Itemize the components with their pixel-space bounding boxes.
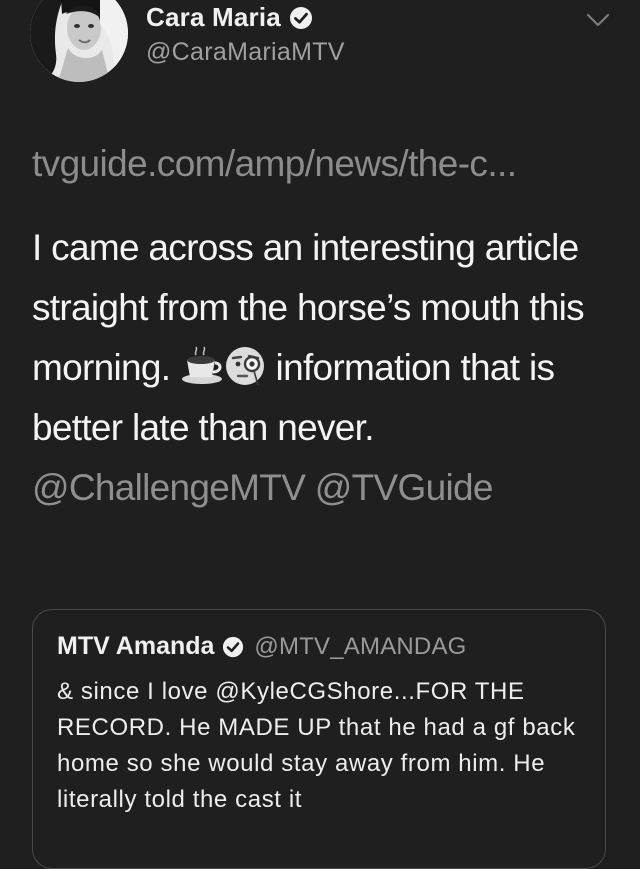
verified-badge-icon (289, 6, 312, 29)
link-preview-url[interactable]: tvguide.com/amp/news/the-c... (32, 143, 517, 185)
verified-badge-icon (223, 636, 244, 657)
face-with-monocle-emoji (225, 347, 264, 386)
author-handle[interactable]: @CaraMariaMTV (146, 38, 345, 67)
tweet-body: I came across an interesting article str… (32, 218, 622, 518)
quoted-tweet-card[interactable]: MTV Amanda @MTV_AMANDAG & since I love @… (32, 609, 606, 869)
avatar-photo (30, 0, 128, 82)
chevron-down-icon[interactable] (584, 8, 612, 32)
coffee-cup-emoji (181, 346, 222, 385)
mention-tvguide[interactable]: @TVGuide (315, 467, 494, 508)
author-name-row[interactable]: Cara Maria (146, 2, 313, 33)
quoted-author-handle: @MTV_AMANDAG (254, 632, 467, 660)
tweet-header: Cara Maria @CaraMariaMTV (0, 0, 640, 96)
quoted-author-name: MTV Amanda (57, 632, 215, 660)
quoted-tweet-header: MTV Amanda @MTV_AMANDAG (57, 632, 467, 661)
avatar[interactable] (30, 0, 128, 82)
author-display-name[interactable]: Cara Maria (146, 2, 281, 33)
mention-challengemtv[interactable]: @ChallengeMTV (32, 467, 306, 508)
quoted-tweet-text: & since I love @KyleCGShore...FOR THE RE… (57, 678, 576, 813)
